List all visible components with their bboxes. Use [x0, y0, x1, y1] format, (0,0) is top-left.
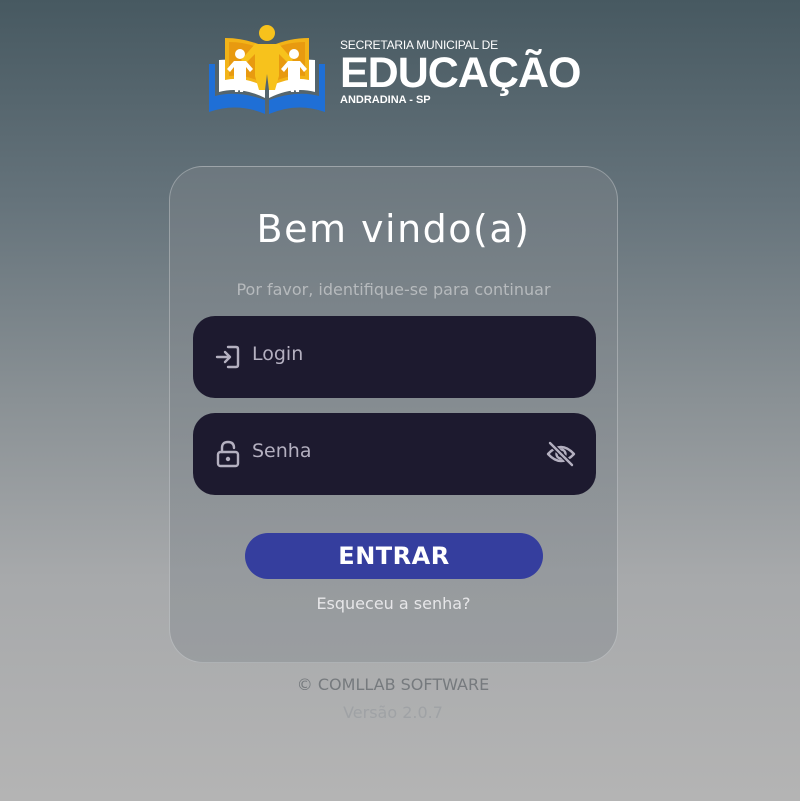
submit-button[interactable]: ENTRAR	[245, 533, 543, 579]
login-icon	[215, 345, 240, 369]
eye-off-icon[interactable]	[546, 440, 576, 468]
version-text: Versão 2.0.7	[343, 703, 443, 722]
education-logo-icon	[209, 25, 325, 114]
forgot-password-link[interactable]: Esqueceu a senha?	[170, 594, 617, 613]
welcome-subtitle: Por favor, identifique-se para continuar	[236, 280, 551, 299]
logo-wordmark: SECRETARIA MUNICIPAL DE EDUCAÇÃO ANDRADI…	[340, 38, 581, 106]
logo: SECRETARIA MUNICIPAL DE EDUCAÇÃO ANDRADI…	[207, 24, 582, 118]
login-input[interactable]	[252, 337, 532, 371]
login-field[interactable]	[193, 316, 596, 398]
copyright-text: © COMLLAB SOFTWARE	[296, 675, 490, 694]
login-card: Bem vindo(a) Por favor, identifique-se p…	[169, 166, 618, 663]
welcome-title: Bem vindo(a)	[256, 207, 531, 251]
password-input[interactable]	[252, 434, 532, 468]
logo-line-educacao: EDUCAÇÃO	[340, 49, 581, 97]
lock-icon	[216, 440, 240, 468]
password-field[interactable]	[193, 413, 596, 495]
